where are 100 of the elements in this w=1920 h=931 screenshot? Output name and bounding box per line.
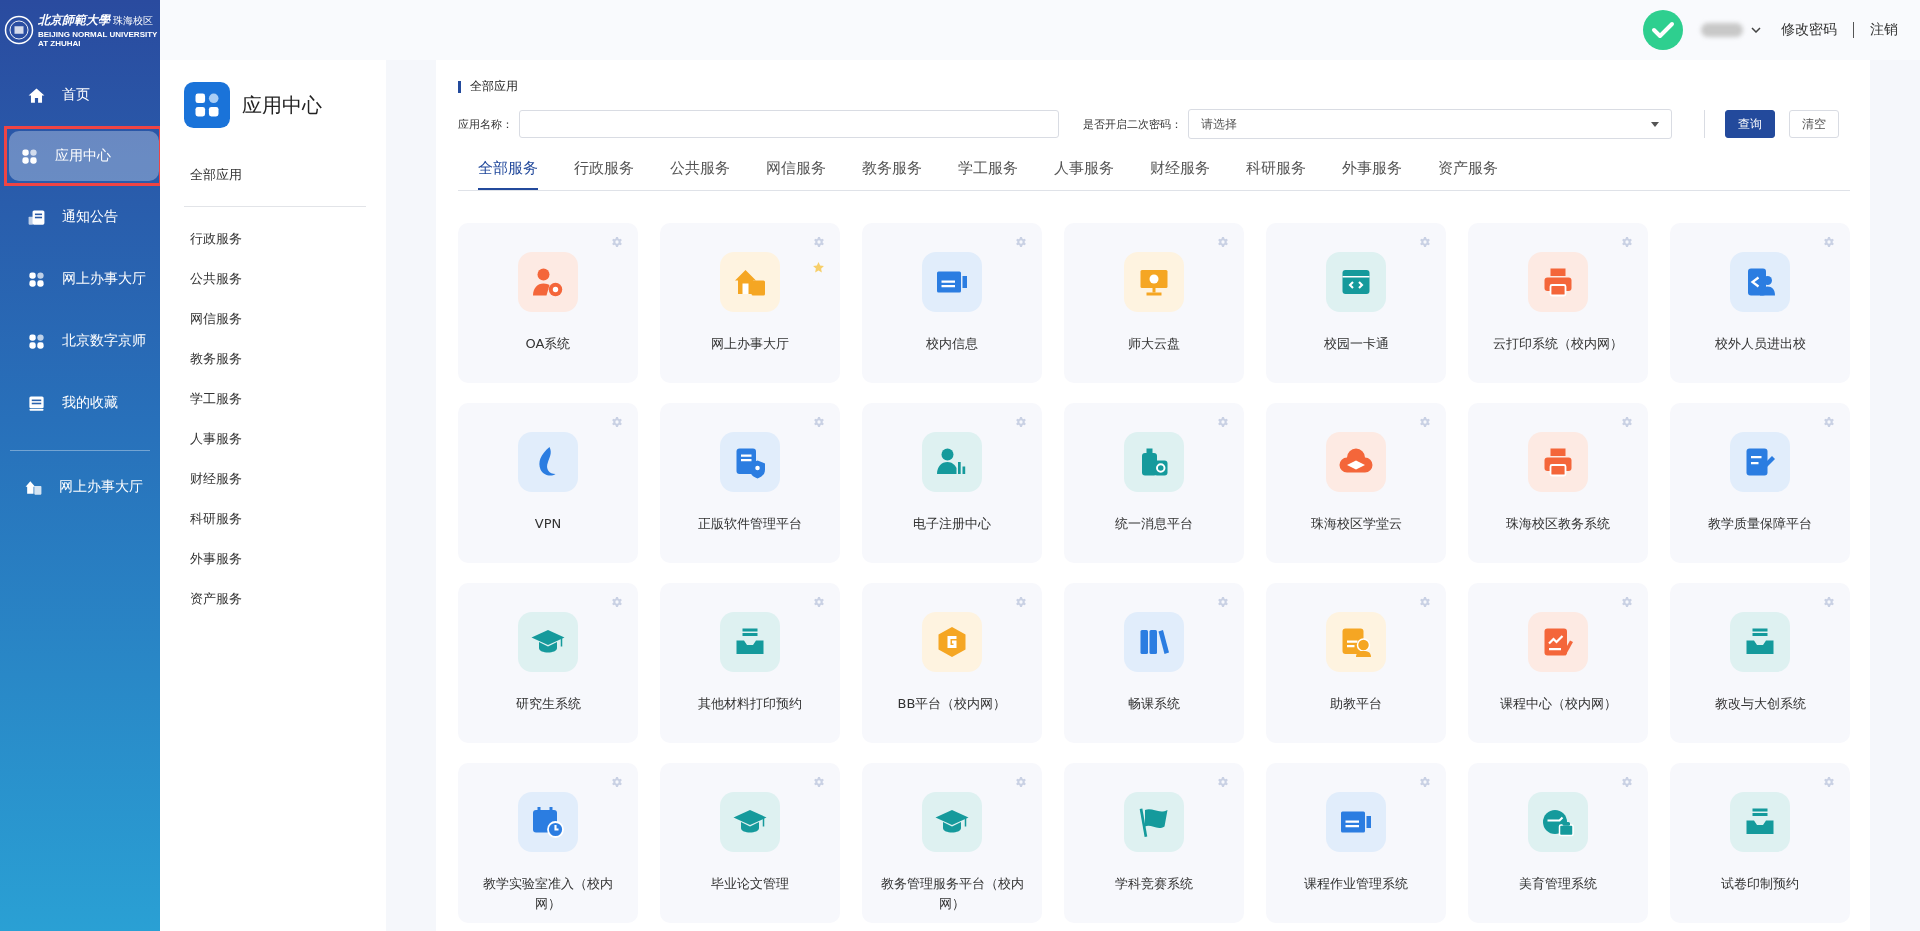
app-card[interactable]: 学科竞赛系统 bbox=[1064, 763, 1244, 923]
category-link[interactable]: 人事服务 bbox=[184, 419, 366, 459]
settings-icon[interactable] bbox=[1217, 596, 1229, 608]
settings-icon[interactable] bbox=[1015, 416, 1027, 428]
nav-item[interactable]: 网上办事大厅 bbox=[7, 254, 153, 304]
settings-icon[interactable] bbox=[1823, 596, 1835, 608]
settings-icon[interactable] bbox=[1217, 416, 1229, 428]
settings-icon[interactable] bbox=[1217, 776, 1229, 788]
category-link[interactable]: 行政服务 bbox=[184, 219, 366, 259]
settings-icon[interactable] bbox=[1823, 776, 1835, 788]
category-link[interactable]: 外事服务 bbox=[184, 539, 366, 579]
header-link[interactable]: 修改密码 bbox=[1781, 21, 1837, 39]
app-card[interactable]: 研究生系统 bbox=[458, 583, 638, 743]
settings-icon[interactable] bbox=[1419, 416, 1431, 428]
input-field[interactable] bbox=[519, 110, 1059, 138]
settings-icon[interactable] bbox=[611, 236, 623, 248]
app-card[interactable]: 珠海校区教务系统 bbox=[1468, 403, 1648, 563]
app-card[interactable]: 网上办事大厅 bbox=[660, 223, 840, 383]
settings-icon[interactable] bbox=[1823, 416, 1835, 428]
settings-icon[interactable] bbox=[1015, 596, 1027, 608]
settings-icon[interactable] bbox=[1823, 236, 1835, 248]
tab[interactable]: 教务服务 bbox=[862, 153, 922, 190]
settings-icon[interactable] bbox=[813, 776, 825, 788]
app-card[interactable]: OA系统 bbox=[458, 223, 638, 383]
grid-icon bbox=[27, 331, 46, 351]
app-card[interactable]: 云打印系统（校内网） bbox=[1468, 223, 1648, 383]
tab[interactable]: 公共服务 bbox=[670, 153, 730, 190]
app-card[interactable]: BB平台（校内网） bbox=[862, 583, 1042, 743]
nav-item[interactable]: 北京数字京师 bbox=[7, 316, 153, 366]
app-card[interactable]: 校园一卡通 bbox=[1266, 223, 1446, 383]
tab[interactable]: 学工服务 bbox=[958, 153, 1018, 190]
app-card[interactable]: 师大云盘 bbox=[1064, 223, 1244, 383]
settings-icon[interactable] bbox=[611, 416, 623, 428]
settings-icon[interactable] bbox=[1621, 416, 1633, 428]
app-card[interactable]: 畅课系统 bbox=[1064, 583, 1244, 743]
app-card[interactable]: 统一消息平台 bbox=[1064, 403, 1244, 563]
category-link[interactable]: 资产服务 bbox=[184, 579, 366, 619]
app-name: 师大云盘 bbox=[1128, 335, 1180, 353]
app-card[interactable]: 试卷印制预约 bbox=[1670, 763, 1850, 923]
settings-icon[interactable] bbox=[1621, 596, 1633, 608]
app-name: 畅课系统 bbox=[1128, 695, 1180, 713]
settings-icon[interactable] bbox=[1621, 776, 1633, 788]
tab[interactable]: 外事服务 bbox=[1342, 153, 1402, 190]
category-link[interactable]: 财经服务 bbox=[184, 459, 366, 499]
select-field[interactable]: 请选择 bbox=[1188, 109, 1672, 139]
app-card[interactable]: 教学实验室准入（校内网） bbox=[458, 763, 638, 923]
chevron-down-icon[interactable] bbox=[1751, 27, 1761, 33]
settings-icon[interactable] bbox=[611, 776, 623, 788]
category-link[interactable]: 学工服务 bbox=[184, 379, 366, 419]
header-link[interactable]: 注销 bbox=[1870, 21, 1898, 39]
app-name: 毕业论文管理 bbox=[711, 875, 789, 893]
app-card[interactable]: 电子注册中心 bbox=[862, 403, 1042, 563]
category-link[interactable]: 科研服务 bbox=[184, 499, 366, 539]
nav-item[interactable]: 我的收藏 bbox=[7, 378, 153, 428]
app-card[interactable]: 校内信息 bbox=[862, 223, 1042, 383]
tab[interactable]: 资产服务 bbox=[1438, 153, 1498, 190]
settings-icon[interactable] bbox=[611, 596, 623, 608]
app-card[interactable]: 正版软件管理平台 bbox=[660, 403, 840, 563]
settings-icon[interactable] bbox=[1217, 236, 1229, 248]
app-card[interactable]: VPN bbox=[458, 403, 638, 563]
settings-icon[interactable] bbox=[813, 236, 825, 248]
app-card[interactable]: 毕业论文管理 bbox=[660, 763, 840, 923]
category-link[interactable]: 公共服务 bbox=[184, 259, 366, 299]
settings-icon[interactable] bbox=[1419, 596, 1431, 608]
settings-icon[interactable] bbox=[813, 596, 825, 608]
app-card[interactable]: 课程作业管理系统 bbox=[1266, 763, 1446, 923]
tab[interactable]: 全部服务 bbox=[478, 153, 538, 190]
app-card[interactable]: 教学质量保障平台 bbox=[1670, 403, 1850, 563]
nav-item[interactable]: 网上办事大厅 bbox=[4, 462, 156, 512]
app-card[interactable]: 珠海校区学堂云 bbox=[1266, 403, 1446, 563]
tab[interactable]: 网信服务 bbox=[766, 153, 826, 190]
tab[interactable]: 财经服务 bbox=[1150, 153, 1210, 190]
nav-item[interactable]: 通知公告 bbox=[7, 192, 153, 242]
university-english-name: BEIJING NORMAL UNIVERSITY AT ZHUHAI bbox=[38, 30, 159, 48]
settings-icon[interactable] bbox=[1015, 236, 1027, 248]
category-link[interactable]: 网信服务 bbox=[184, 299, 366, 339]
nav-item[interactable]: 首页 bbox=[7, 70, 153, 120]
app-card[interactable]: 校外人员进出校 bbox=[1670, 223, 1850, 383]
settings-icon[interactable] bbox=[1419, 776, 1431, 788]
action-button[interactable]: 查询 bbox=[1725, 110, 1775, 138]
settings-icon[interactable] bbox=[1419, 236, 1431, 248]
app-card[interactable]: 美育管理系统 bbox=[1468, 763, 1648, 923]
tab[interactable]: 行政服务 bbox=[574, 153, 634, 190]
app-name: 校园一卡通 bbox=[1323, 335, 1389, 353]
action-button[interactable]: 清空 bbox=[1789, 110, 1839, 138]
app-card[interactable]: 助教平台 bbox=[1266, 583, 1446, 743]
app-card[interactable]: 教改与大创系统 bbox=[1670, 583, 1850, 743]
tab[interactable]: 科研服务 bbox=[1246, 153, 1306, 190]
settings-icon[interactable] bbox=[813, 416, 825, 428]
tab[interactable]: 人事服务 bbox=[1054, 153, 1114, 190]
settings-icon[interactable] bbox=[1015, 776, 1027, 788]
grid-icon bbox=[20, 146, 39, 166]
category-link[interactable]: 教务服务 bbox=[184, 339, 366, 379]
app-card[interactable]: 课程中心（校内网） bbox=[1468, 583, 1648, 743]
star-icon[interactable] bbox=[812, 261, 825, 274]
app-card[interactable]: 其他材料打印预约 bbox=[660, 583, 840, 743]
category-link[interactable]: 全部应用 bbox=[184, 160, 366, 190]
app-card[interactable]: 教务管理服务平台（校内网） bbox=[862, 763, 1042, 923]
settings-icon[interactable] bbox=[1621, 236, 1633, 248]
app-name: 珠海校区教务系统 bbox=[1506, 515, 1610, 533]
